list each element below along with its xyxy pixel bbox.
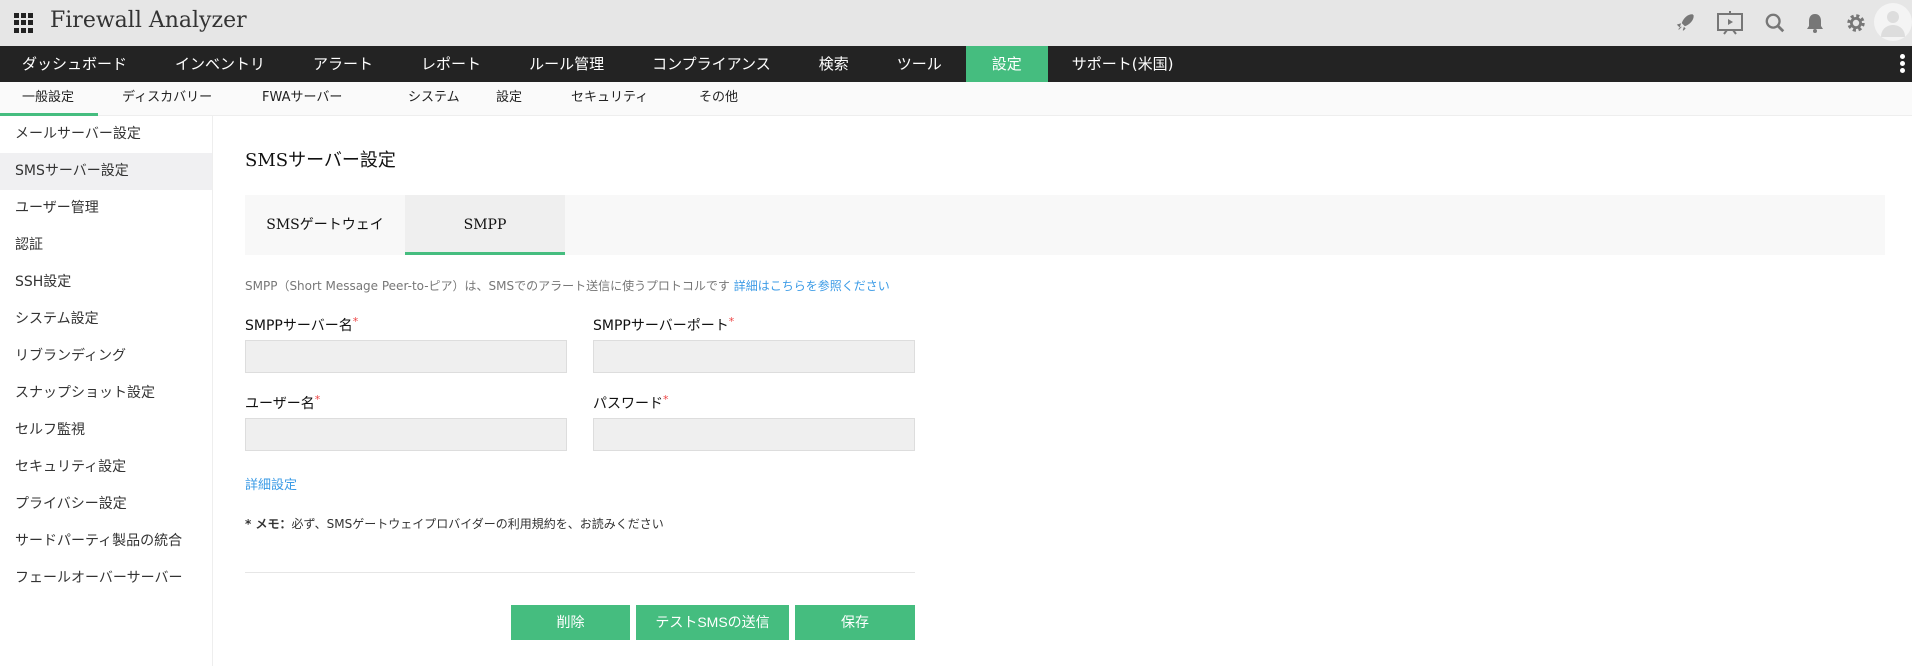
nav-compliance[interactable]: コンプライアンス [628,46,795,82]
nav-support[interactable]: サポート(米国) [1048,46,1198,82]
tab-sms-gateway[interactable]: SMSゲートウェイ [245,195,405,255]
sidebar-item-third-party[interactable]: サードパーティ製品の統合 [0,523,212,560]
presentation-icon[interactable] [1715,10,1745,36]
server-name-input[interactable] [245,340,567,373]
password-input[interactable] [593,418,915,451]
nav-alerts[interactable]: アラート [289,46,397,82]
required-mark: * [314,393,321,406]
avatar[interactable] [1874,3,1912,41]
memo-text: 必ず、SMSゲートウェイプロバイダーの利用規約を、お読みください [291,517,664,531]
nav-search[interactable]: 検索 [795,46,873,82]
sidebar-item-snapshot[interactable]: スナップショット設定 [0,375,212,412]
main-nav: ダッシュボード インベントリ アラート レポート ルール管理 コンプライアンス … [0,46,1912,82]
sub-nav: 一般設定 ディスカバリー FWAサーバー システム 設定 セキュリティ その他 [0,82,1912,116]
sidebar-item-security-settings[interactable]: セキュリティ設定 [0,449,212,486]
sidebar-item-authentication[interactable]: 認証 [0,227,212,264]
server-name-label: SMPPサーバー名* [245,315,358,335]
nav-dashboard[interactable]: ダッシュボード [0,46,151,82]
nav-inventory[interactable]: インベントリ [151,46,289,82]
label-text: SMPPサーバーポート [593,318,729,334]
delete-button[interactable]: 削除 [511,605,630,640]
apps-icon[interactable] [14,13,34,33]
sidebar-item-privacy[interactable]: プライバシー設定 [0,486,212,523]
memo-prefix: * メモ： [245,517,292,531]
sidebar-item-failover[interactable]: フェールオーバーサーバー [0,560,212,597]
sidebar-item-ssh[interactable]: SSH設定 [0,264,212,301]
required-mark: * [728,315,735,328]
subnav-system[interactable]: システム [408,82,460,116]
subnav-discovery[interactable]: ディスカバリー [122,82,212,116]
description-text: SMPP（Short Message Peer-to-ピア）は、SMSでのアラー… [245,279,730,293]
tab-bar: SMSゲートウェイ SMPP [245,195,1885,255]
required-mark: * [352,315,359,328]
sidebar: メールサーバー設定 SMSサーバー設定 ユーザー管理 認証 SSH設定 システム… [0,116,213,666]
advanced-settings-link[interactable]: 詳細設定 [245,474,297,493]
sidebar-item-self-monitoring[interactable]: セルフ監視 [0,412,212,449]
required-mark: * [663,393,669,406]
password-label: パスワード* [593,393,669,413]
more-menu-icon[interactable] [1900,54,1906,75]
nav-settings[interactable]: 設定 [965,46,1048,82]
server-port-input[interactable] [593,340,915,373]
details-link[interactable]: 詳細はこちらを参照ください [734,279,890,293]
search-icon[interactable] [1762,10,1788,36]
subnav-security[interactable]: セキュリティ [571,82,648,116]
label-text: SMPPサーバー名 [245,318,353,334]
username-input[interactable] [245,418,567,451]
rocket-icon[interactable] [1672,10,1698,36]
smpp-description: SMPP（Short Message Peer-to-ピア）は、SMSでのアラー… [245,277,890,294]
subnav-general[interactable]: 一般設定 [22,82,74,116]
server-port-label: SMPPサーバーポート* [593,315,734,335]
sidebar-item-mail-server[interactable]: メールサーバー設定 [0,116,212,153]
divider [245,572,915,573]
subnav-settings[interactable]: 設定 [496,82,522,116]
app-header: Firewall Analyzer [0,0,1912,46]
send-test-sms-button[interactable]: テストSMSの送信 [636,605,789,640]
gear-icon[interactable] [1843,10,1869,36]
nav-reports[interactable]: レポート [397,46,505,82]
sidebar-item-system-settings[interactable]: システム設定 [0,301,212,338]
subnav-others[interactable]: その他 [699,82,738,116]
username-label: ユーザー名* [245,393,320,413]
sidebar-item-rebranding[interactable]: リブランディング [0,338,212,375]
save-button[interactable]: 保存 [795,605,915,640]
tab-smpp[interactable]: SMPP [405,195,565,255]
sidebar-item-user-management[interactable]: ユーザー管理 [0,190,212,227]
nav-tools[interactable]: ツール [873,46,966,82]
page-title: SMSサーバー設定 [245,150,396,171]
subnav-fwa-server[interactable]: FWAサーバー [262,82,342,116]
nav-rule-management[interactable]: ルール管理 [505,46,628,82]
label-text: ユーザー名 [245,396,315,412]
label-text: パスワード [593,396,663,412]
memo-note: * メモ：必ず、SMSゲートウェイプロバイダーの利用規約を、お読みください [245,515,664,532]
bell-icon[interactable] [1802,10,1828,36]
app-title: Firewall Analyzer [50,8,247,33]
sidebar-item-sms-server[interactable]: SMSサーバー設定 [0,153,212,190]
